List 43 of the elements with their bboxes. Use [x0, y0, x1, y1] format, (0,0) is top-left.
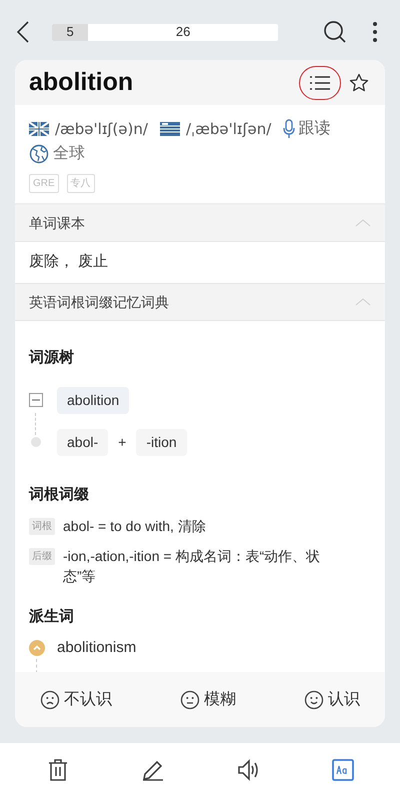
- star-icon: [349, 72, 369, 92]
- dictionary-title: 英语词根词缀记忆词典: [29, 292, 169, 312]
- node-dot-icon: [30, 436, 42, 448]
- list-button[interactable]: [299, 66, 341, 100]
- microphone-icon: [283, 119, 296, 139]
- affix-text: -ion,-ation,-ition = 构成名词：表“动作、状态”等: [63, 547, 322, 586]
- feedback-button[interactable]: 认识: [304, 688, 360, 712]
- more-icon: [372, 21, 378, 43]
- root-word-chip[interactable]: abolition: [57, 386, 130, 414]
- dictionary-icon[interactable]: [330, 756, 356, 782]
- global-label: 全球: [53, 144, 85, 164]
- search-icon: [323, 20, 347, 44]
- word-part-chip[interactable]: abol-: [57, 428, 108, 456]
- derived-word[interactable]: abolitionism: [57, 636, 136, 659]
- affix-tag: 后缀: [29, 548, 55, 565]
- section-title: 派生词: [29, 607, 75, 627]
- section-title: 词根词缀: [29, 484, 90, 504]
- tag: GRE: [29, 174, 59, 193]
- list-icon: [310, 74, 330, 90]
- collapse-icon[interactable]: [29, 393, 43, 407]
- affix-text: abol- = to do with, 清除: [63, 517, 206, 536]
- feedback-button[interactable]: 不认识: [40, 688, 112, 712]
- follow-read-button[interactable]: 跟读: [283, 117, 330, 141]
- current-count: 5: [65, 24, 75, 40]
- meaning-text: 废除， 废止: [29, 252, 108, 272]
- dictionary-header[interactable]: 单词课本: [15, 205, 385, 242]
- happy-face-icon: [304, 690, 324, 710]
- feedback-button[interactable]: 模糊: [180, 688, 236, 712]
- sad-face-icon: [40, 690, 60, 710]
- section-title: 词源树: [29, 348, 75, 368]
- globe-icon: [29, 144, 49, 164]
- word-part-chip[interactable]: -ition: [136, 428, 187, 456]
- neutral-face-icon: [180, 690, 200, 710]
- tag: 专八: [66, 174, 95, 193]
- plus-sign: +: [118, 432, 126, 452]
- phonetic-text[interactable]: /ˌæbə'lɪʃən/: [186, 118, 272, 140]
- back-icon: [17, 21, 29, 43]
- dictionary-header[interactable]: 英语词根词缀记忆词典: [15, 284, 385, 321]
- word-title: abolition: [29, 66, 134, 98]
- dictionary-title: 单词课本: [29, 214, 85, 232]
- total-count: 26: [174, 24, 192, 40]
- phonetic-text[interactable]: /æbə'lɪʃ(ə)n/: [55, 118, 148, 140]
- affix-tag: 词根: [29, 518, 55, 535]
